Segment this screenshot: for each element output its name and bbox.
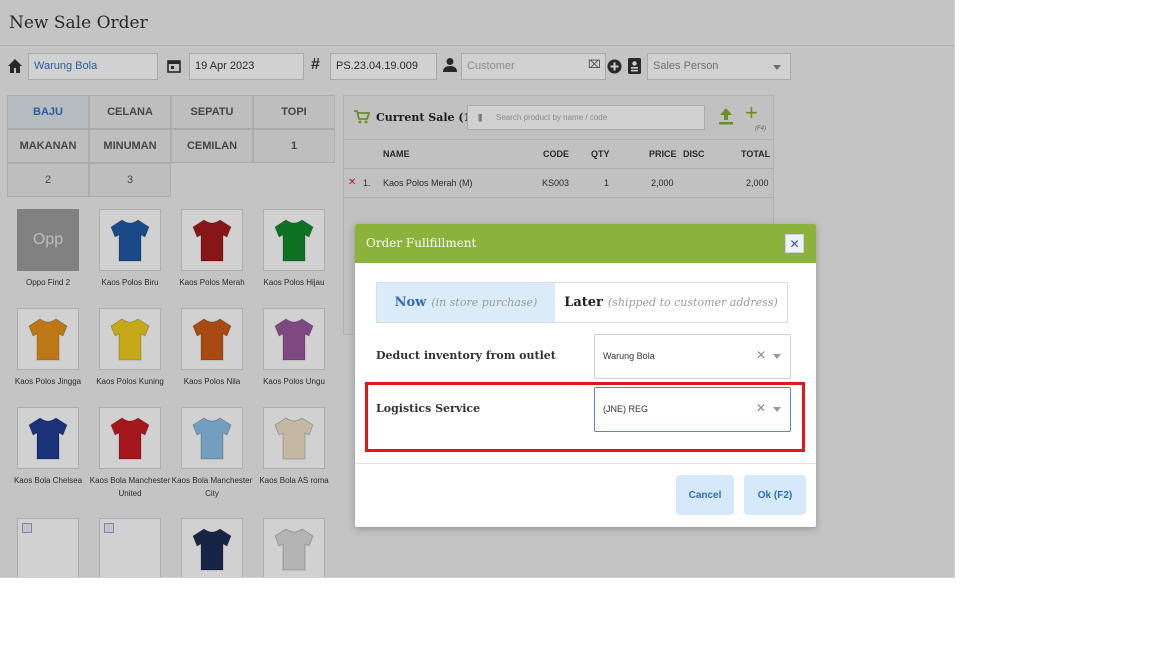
ok-button[interactable]: Ok (F2) <box>744 475 806 515</box>
clear-icon[interactable]: ✕ <box>756 348 766 362</box>
dialog-title: Order Fullfillment <box>366 236 477 250</box>
now-option[interactable]: Now (in store purchase) <box>377 283 555 322</box>
deduct-inventory-label: Deduct inventory from outlet <box>376 349 556 362</box>
dialog-header: Order Fullfillment ✕ <box>355 224 816 263</box>
later-option[interactable]: Later (shipped to customer address) <box>555 283 787 322</box>
order-fulfillment-dialog: Order Fullfillment ✕ Now (in store purch… <box>355 224 816 527</box>
later-label: Later <box>564 295 603 310</box>
now-label: Now <box>394 295 427 310</box>
now-sublabel: (in store purchase) <box>431 296 538 309</box>
dialog-footer-divider <box>355 463 816 464</box>
fulfillment-toggle: Now (in store purchase) Later (shipped t… <box>376 282 788 323</box>
close-icon[interactable]: ✕ <box>785 234 804 253</box>
highlight-annotation <box>365 382 805 452</box>
later-sublabel: (shipped to customer address) <box>607 296 778 309</box>
outlet-select[interactable]: Warung Bola ✕ <box>594 334 791 379</box>
chevron-down-icon <box>773 354 781 359</box>
cancel-button[interactable]: Cancel <box>676 475 734 515</box>
outlet-select-value: Warung Bola <box>603 351 655 361</box>
